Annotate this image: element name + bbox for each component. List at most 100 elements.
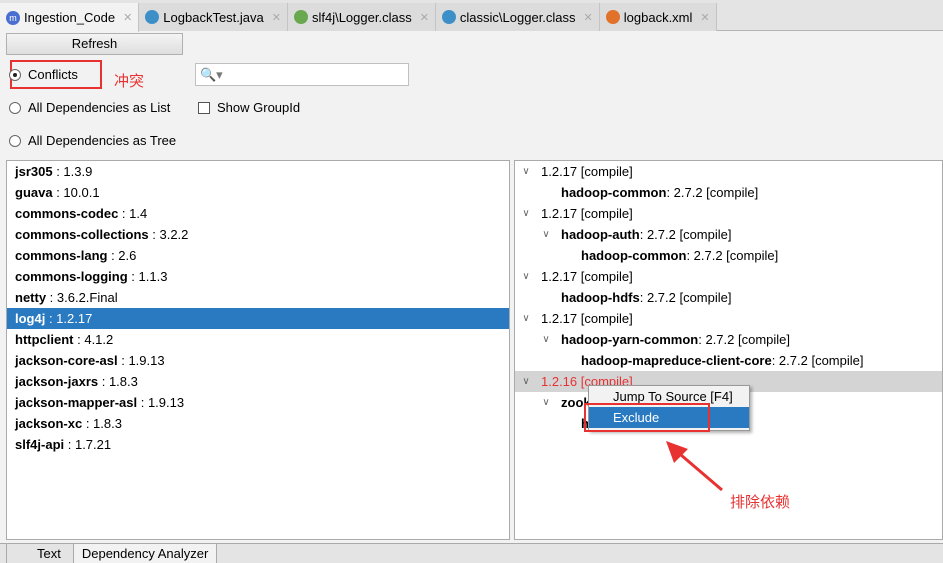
radio-conflicts[interactable]: Conflicts xyxy=(9,67,78,82)
artifact-version: : 1.8.3 xyxy=(98,374,138,389)
node-name: hadoop-common xyxy=(561,185,667,200)
artifact-name: commons-collections xyxy=(15,227,149,242)
artifact-version: : 1.9.13 xyxy=(117,353,165,368)
artifact-name: commons-logging xyxy=(15,269,128,284)
chevron-down-icon[interactable]: ∨ xyxy=(519,371,533,392)
list-item[interactable]: commons-logging : 1.1.3 xyxy=(7,266,509,287)
tab-label: LogbackTest.java xyxy=(163,9,264,25)
tab-label: classic\Logger.class xyxy=(459,9,576,25)
chevron-down-icon[interactable]: ∨ xyxy=(539,392,553,413)
tab-1[interactable]: LogbackTest.java ✕ xyxy=(139,3,288,31)
tree-node[interactable]: ∨ hadoop-auth : 2.7.2 [compile] xyxy=(515,224,942,245)
artifact-version: : 10.0.1 xyxy=(52,185,100,200)
node-text: 1.2.17 [compile] xyxy=(541,206,633,221)
bottom-tab-1[interactable]: Dependency Analyzer xyxy=(73,544,218,563)
list-item[interactable]: jackson-jaxrs : 1.8.3 xyxy=(7,371,509,392)
artifact-name: netty xyxy=(15,290,47,305)
tab-0[interactable]: m Ingestion_Code ✕ xyxy=(0,3,140,32)
list-item[interactable]: httpclient : 4.1.2 xyxy=(7,329,509,350)
tree-node[interactable]: ∨ 1.2.17 [compile] xyxy=(515,161,942,182)
close-icon[interactable]: ✕ xyxy=(420,11,429,24)
interface-icon xyxy=(293,10,308,24)
node-name: hadoop-mapreduce-client-core xyxy=(581,353,772,368)
chevron-down-icon[interactable]: ∨ xyxy=(519,266,533,287)
tab-label: slf4j\Logger.class xyxy=(311,9,412,25)
refresh-button[interactable]: Refresh xyxy=(6,33,183,55)
list-item[interactable]: commons-collections : 3.2.2 xyxy=(7,224,509,245)
artifact-version: : 2.6 xyxy=(107,248,137,263)
list-item[interactable]: log4j : 1.2.17 xyxy=(7,308,509,329)
node-text: : 2.7.2 [compile] xyxy=(686,248,779,263)
artifact-name: guava xyxy=(15,185,53,200)
show-groupid-checkbox[interactable]: Show GroupId xyxy=(198,100,300,115)
class-icon xyxy=(441,10,456,24)
artifact-version: : 4.1.2 xyxy=(73,332,114,347)
artifact-name: log4j xyxy=(15,311,46,326)
close-icon[interactable]: ✕ xyxy=(123,11,132,24)
search-input[interactable]: 🔍▾ xyxy=(195,63,409,86)
radio-icon xyxy=(9,68,21,81)
tree-node[interactable]: hadoop-hdfs : 2.7.2 [compile] xyxy=(515,287,942,308)
tree-node[interactable]: ∨ hadoop-yarn-common : 2.7.2 [compile] xyxy=(515,329,942,350)
close-icon[interactable]: ✕ xyxy=(584,11,593,24)
artifact-name: commons-codec xyxy=(15,206,119,221)
maven-icon: m xyxy=(6,10,20,25)
artifact-name: jackson-jaxrs xyxy=(15,374,99,389)
bottom-tab-0[interactable]: Text xyxy=(6,544,74,563)
list-item[interactable]: netty : 3.6.2.Final xyxy=(7,287,509,308)
node-text: : 2.7.2 [compile] xyxy=(698,332,791,347)
artifact-name: slf4j-api xyxy=(15,437,65,452)
chevron-down-icon[interactable]: ∨ xyxy=(519,161,533,182)
tree-node[interactable]: hadoop-mapreduce-client-core : 2.7.2 [co… xyxy=(515,350,942,371)
tab-3[interactable]: classic\Logger.class ✕ xyxy=(435,3,600,31)
conflicts-list[interactable]: jsr305 : 1.3.9 guava : 10.0.1 commons-code… xyxy=(6,160,510,540)
radio-icon xyxy=(9,101,21,114)
list-item[interactable]: commons-lang : 2.6 xyxy=(7,245,509,266)
node-name: hadoop-auth xyxy=(561,227,640,242)
tree-node[interactable]: ∨ 1.2.17 [compile] xyxy=(515,266,942,287)
list-item[interactable]: jackson-core-asl : 1.9.13 xyxy=(7,350,509,371)
list-item[interactable]: jackson-mapper-asl : 1.9.13 xyxy=(7,392,509,413)
list-item[interactable]: commons-codec : 1.4 xyxy=(7,203,509,224)
tab-4[interactable]: logback.xml ✕ xyxy=(599,3,717,31)
artifact-version: : 1.8.3 xyxy=(82,416,122,431)
radio-all-dependencies-tree[interactable]: All Dependencies as Tree xyxy=(9,133,176,148)
tree-node[interactable]: hadoop-common : 2.7.2 [compile] xyxy=(515,245,942,266)
artifact-version: : 1.7.21 xyxy=(64,437,112,452)
tree-node[interactable]: ∨ 1.2.17 [compile] xyxy=(515,308,942,329)
node-name: hadoop-hdfs xyxy=(561,290,640,305)
artifact-name: jackson-xc xyxy=(15,416,83,431)
chevron-down-icon[interactable]: ∨ xyxy=(539,329,553,350)
artifact-version: : 1.1.3 xyxy=(127,269,168,284)
chevron-down-icon[interactable]: ∨ xyxy=(519,203,533,224)
tree-node[interactable]: ∨ 1.2.17 [compile] xyxy=(515,203,942,224)
chevron-down-icon[interactable]: ∨ xyxy=(519,308,533,329)
list-item[interactable]: guava : 10.0.1 xyxy=(7,182,509,203)
annotation-exclude: 排除依赖 xyxy=(730,494,791,511)
search-icon: 🔍▾ xyxy=(200,67,223,82)
close-icon[interactable]: ✕ xyxy=(272,11,281,24)
artifact-name: jackson-mapper-asl xyxy=(15,395,138,410)
close-icon[interactable]: ✕ xyxy=(700,11,709,24)
node-text: 1.2.17 [compile] xyxy=(541,311,633,326)
list-item[interactable]: jsr305 : 1.3.9 xyxy=(7,161,509,182)
artifact-version: : 1.2.17 xyxy=(45,311,93,326)
node-text: : 2.7.2 [compile] xyxy=(639,227,732,242)
tab-label: logback.xml xyxy=(623,9,693,25)
chevron-down-icon[interactable]: ∨ xyxy=(539,224,553,245)
radio-all-dependencies-list[interactable]: All Dependencies as List xyxy=(9,100,170,115)
radio-icon xyxy=(9,134,21,147)
list-item[interactable]: jackson-xc : 1.8.3 xyxy=(7,413,509,434)
checkbox-label: Show GroupId xyxy=(217,100,301,115)
java-class-icon xyxy=(145,10,160,24)
tree-node[interactable]: hadoop-common : 2.7.2 [compile] xyxy=(515,182,942,203)
tab-2[interactable]: slf4j\Logger.class ✕ xyxy=(287,3,436,31)
artifact-name: commons-lang xyxy=(15,248,108,263)
radio-label: All Dependencies as Tree xyxy=(28,133,177,148)
node-name: hadoop-common xyxy=(581,248,687,263)
list-item[interactable]: slf4j-api : 1.7.21 xyxy=(7,434,509,455)
node-text: : 2.7.2 [compile] xyxy=(639,290,732,305)
artifact-version: : 3.6.2.Final xyxy=(46,290,118,305)
annotation-conflicts: 冲突 xyxy=(114,73,145,90)
artifact-name: jackson-core-asl xyxy=(15,353,118,368)
